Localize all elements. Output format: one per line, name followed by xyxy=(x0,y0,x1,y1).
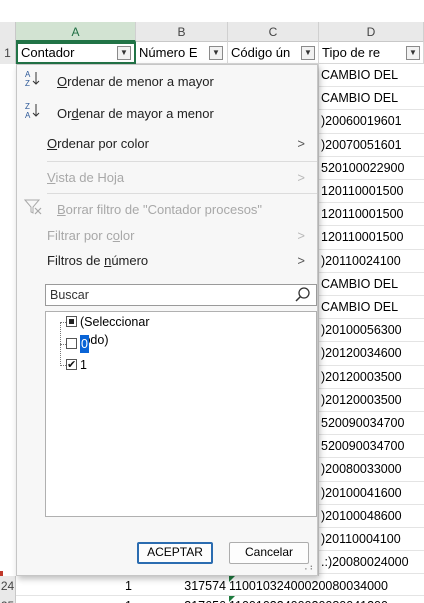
svg-text:Z: Z xyxy=(25,79,30,87)
cell-codigo[interactable]: 11001032400020080034000 xyxy=(229,576,424,596)
cell-tipo-de-registro[interactable]: CAMBIO DEL xyxy=(319,64,424,88)
cell-contador[interactable]: 1 xyxy=(16,596,136,603)
table-row: 1 317656 11001032400020080041200 xyxy=(16,596,424,603)
cell-tipo-de-registro[interactable]: 120110001500 xyxy=(319,180,424,204)
resize-grip-icon[interactable]: ⠄⠆ xyxy=(304,562,316,573)
chevron-right-icon: > xyxy=(297,136,305,151)
clear-filter-item[interactable]: Borrar filtro de "Contador procesos" xyxy=(17,197,317,223)
cell-tipo-de-registro[interactable]: 520090034700 xyxy=(319,435,424,459)
top-blank-area xyxy=(0,0,424,22)
filter-dropdown-button-d[interactable]: ▼ xyxy=(406,46,420,60)
sort-ascending-icon: AZ xyxy=(23,69,43,96)
menu-item-label: Ordenar de menor a mayor xyxy=(57,74,214,89)
sort-by-color-item[interactable]: Ordenar por color > xyxy=(17,131,317,157)
filter-dropdown-button-b[interactable]: ▼ xyxy=(209,46,223,60)
cell-tipo-de-registro[interactable]: )20080033000 xyxy=(319,458,424,482)
search-icon[interactable] xyxy=(294,286,312,304)
menu-separator xyxy=(47,193,317,194)
cell-tipo-de-registro[interactable]: )20070051601 xyxy=(319,133,424,157)
clear-filter-icon xyxy=(23,197,43,224)
cell-tipo-de-registro[interactable]: )20110024100 xyxy=(319,249,424,273)
cell-tipo-de-registro[interactable]: CAMBIO DEL xyxy=(319,296,424,320)
menu-item-label: Ordenar por color xyxy=(47,136,149,151)
menu-edge-gridline xyxy=(318,64,319,576)
number-filters-item[interactable]: Filtros de número > xyxy=(17,248,317,274)
filter-values-list: (Seleccionar todo) 0 ✔ 1 xyxy=(45,311,317,517)
chevron-right-icon: > xyxy=(297,253,305,268)
cell-contador[interactable]: 1 xyxy=(16,576,136,596)
cell-tipo-de-registro[interactable]: CAMBIO DEL xyxy=(319,272,424,296)
sort-ascending-item[interactable]: AZ Ordenar de menor a mayor xyxy=(17,69,317,95)
autofilter-menu: AZ Ordenar de menor a mayor ZA Ordenar d… xyxy=(16,64,318,576)
chevron-right-icon: > xyxy=(297,228,305,243)
cell-numero[interactable]: 317656 xyxy=(136,596,228,603)
sort-descending-icon: ZA xyxy=(23,101,43,128)
filter-by-color-item[interactable]: Filtrar por color > xyxy=(17,223,317,249)
menu-item-label: Vista de Hoja xyxy=(47,170,125,185)
cell-tipo-de-registro[interactable]: CAMBIO DEL xyxy=(319,87,424,111)
checkbox-unchecked[interactable] xyxy=(66,338,77,349)
checkbox-checked[interactable]: ✔ xyxy=(66,359,77,371)
menu-item-label: Borrar filtro de "Contador procesos" xyxy=(57,202,263,217)
menu-item-label: Ordenar de mayor a menor xyxy=(57,106,214,121)
select-all-corner[interactable] xyxy=(0,22,16,42)
cell-tipo-de-registro[interactable]: )20100041600 xyxy=(319,481,424,505)
cell-tipo-de-registro[interactable]: )20120003500 xyxy=(319,388,424,412)
cell-tipo-de-registro[interactable]: )20110004100 xyxy=(319,528,424,552)
filter-dropdown-button-c[interactable]: ▼ xyxy=(301,46,315,60)
column-header-d[interactable]: D xyxy=(319,22,424,42)
cell-tipo-de-registro[interactable]: .:)20080024000 xyxy=(319,551,424,575)
column-header-c[interactable]: C xyxy=(228,22,319,42)
row-number-25[interactable]: 25 xyxy=(0,596,16,603)
svg-text:Z: Z xyxy=(25,102,30,111)
list-item-label: (Seleccionar todo) xyxy=(80,315,150,347)
svg-text:A: A xyxy=(25,111,31,119)
menu-item-label: Filtrar por color xyxy=(47,228,135,243)
header-label: Código ún xyxy=(231,45,291,60)
search-input[interactable]: Buscar xyxy=(45,284,317,306)
column-headers: A B C D xyxy=(0,22,424,42)
cell-tipo-de-registro[interactable]: )20120003500 xyxy=(319,365,424,389)
chevron-right-icon: > xyxy=(297,170,305,185)
search-placeholder: Buscar xyxy=(50,288,89,302)
table-row: 1 317574 11001032400020080034000 xyxy=(16,576,424,596)
cell-tipo-de-registro[interactable]: )20100048600 xyxy=(319,504,424,528)
cancel-button[interactable]: Cancelar xyxy=(229,542,309,564)
menu-separator xyxy=(47,161,317,162)
header-label: Contador xyxy=(21,45,75,60)
list-item-label: 0 xyxy=(80,335,89,353)
cell-tipo-de-registro[interactable]: 120110001500 xyxy=(319,203,424,227)
cell-codigo[interactable]: 11001032400020080041200 xyxy=(229,596,424,603)
list-item-label: 1 xyxy=(80,358,87,372)
sort-descending-item[interactable]: ZA Ordenar de mayor a menor xyxy=(17,101,317,127)
row-number-24[interactable]: 24 xyxy=(0,576,16,596)
cell-tipo-de-registro[interactable]: )20060019601 xyxy=(319,110,424,134)
cell-tipo-de-registro[interactable]: )20100056300 xyxy=(319,319,424,343)
cell-tipo-de-registro[interactable]: 520090034700 xyxy=(319,412,424,436)
filter-dropdown-button-a[interactable]: ▼ xyxy=(117,46,131,60)
checkbox-partial[interactable] xyxy=(66,316,77,327)
column-header-b[interactable]: B xyxy=(136,22,228,42)
header-label: Tipo de re xyxy=(322,45,381,60)
ok-button[interactable]: ACEPTAR xyxy=(137,542,213,564)
cell-tipo-de-registro[interactable]: )20120034600 xyxy=(319,342,424,366)
header-label: Número E xyxy=(139,45,198,60)
svg-text:A: A xyxy=(25,70,31,79)
cell-tipo-de-registro[interactable]: 520100022900 xyxy=(319,156,424,180)
cell-numero[interactable]: 317574 xyxy=(136,576,228,596)
menu-item-label: Filtros de número xyxy=(47,253,149,268)
header-row: Contador ▼ Número E ▼ Código ún ▼ Tipo d… xyxy=(16,42,424,64)
column-header-a[interactable]: A xyxy=(16,22,136,42)
row-number-1[interactable]: 1 xyxy=(0,42,16,64)
cell-tipo-de-registro[interactable]: 120110001500 xyxy=(319,226,424,250)
sheet-view-item[interactable]: Vista de Hoja > xyxy=(17,165,317,191)
